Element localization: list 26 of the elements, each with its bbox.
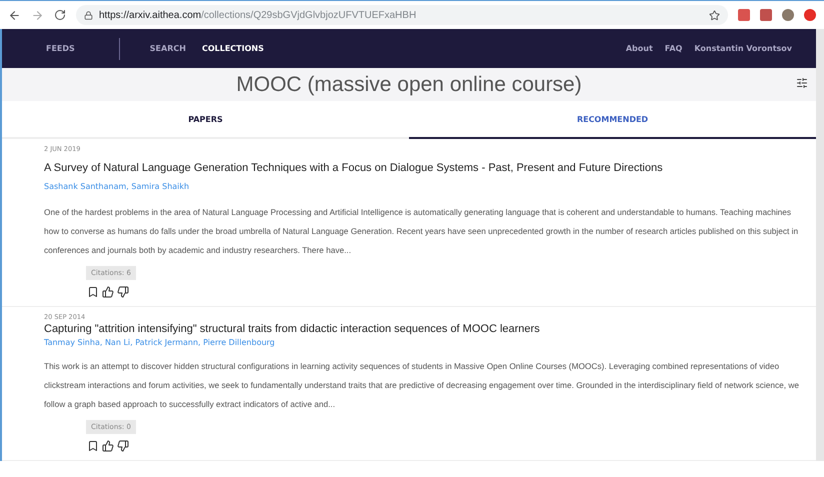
nav-link[interactable]: Konstantin Vorontsov [688,44,798,53]
nav-link[interactable]: FAQ [658,44,688,53]
thumbs-down-icon[interactable] [117,440,129,452]
nav-link[interactable]: FEEDS [2,44,119,53]
collection-title: MOOC (massive open online course) [236,72,582,96]
extension-icon[interactable] [804,9,816,21]
bookmark-icon[interactable] [87,440,99,452]
paper-abstract: One of the hardest problems in the area of Natural Language Processing and Artificial Intelligence is automatically generating language that is coherent and understandable to humans. Teaching machines how to converse as humans do falls under the broad umbrella of Natural Language Generation. Recent years have seen unprecedented growth in the number of research articles published on this subject in conferences and journals both by academic and industry researchers. There have... [44,206,800,257]
back-icon[interactable] [8,8,21,22]
nav-link[interactable]: SEARCH [150,44,186,53]
avatar-icon[interactable] [782,9,794,21]
nav-link[interactable]: About [620,44,659,53]
nav-link[interactable]: COLLECTIONS [186,44,280,53]
paper-title[interactable]: Capturing "attrition intensifying" structural traits from didactic interaction sequences of MOOC learners [44,323,796,335]
thumbs-up-icon[interactable] [102,286,114,298]
star-icon[interactable] [709,10,720,20]
thumbs-up-icon[interactable] [102,440,114,452]
address-bar[interactable]: https://arxiv.aithea.com/collections/Q29sbGVjdGlvbjozUFVTUEFxaHBH [76,5,728,25]
lock-icon [84,10,93,20]
paper-abstract: This work is an attempt to discover hidden structural configurations in learning activity sequences of students in Massive Open Online Courses (MOOCs). Leveraging combined representations of video clickstream interactions and forum activities, we seek to fundamentally understand traits that are predictive of decreasing engagement over time. Grounded in the interdisciplinary field of network science, we follow a graph based approach to successfully extract indicators of active and... [44,360,800,411]
bookmark-icon[interactable] [87,286,99,298]
url-text: https://arxiv.aithea.com/collections/Q29sbGVjdGlvbjozUFVTUEFxaHBH [99,10,416,20]
thumbs-down-icon[interactable] [117,286,129,298]
reload-icon[interactable] [54,9,66,21]
paper-title[interactable]: A Survey of Natural Language Generation Techniques with a Focus on Dialogue Systems - Past, Present and Future Directions [44,162,796,174]
filter-icon[interactable] [796,77,808,89]
